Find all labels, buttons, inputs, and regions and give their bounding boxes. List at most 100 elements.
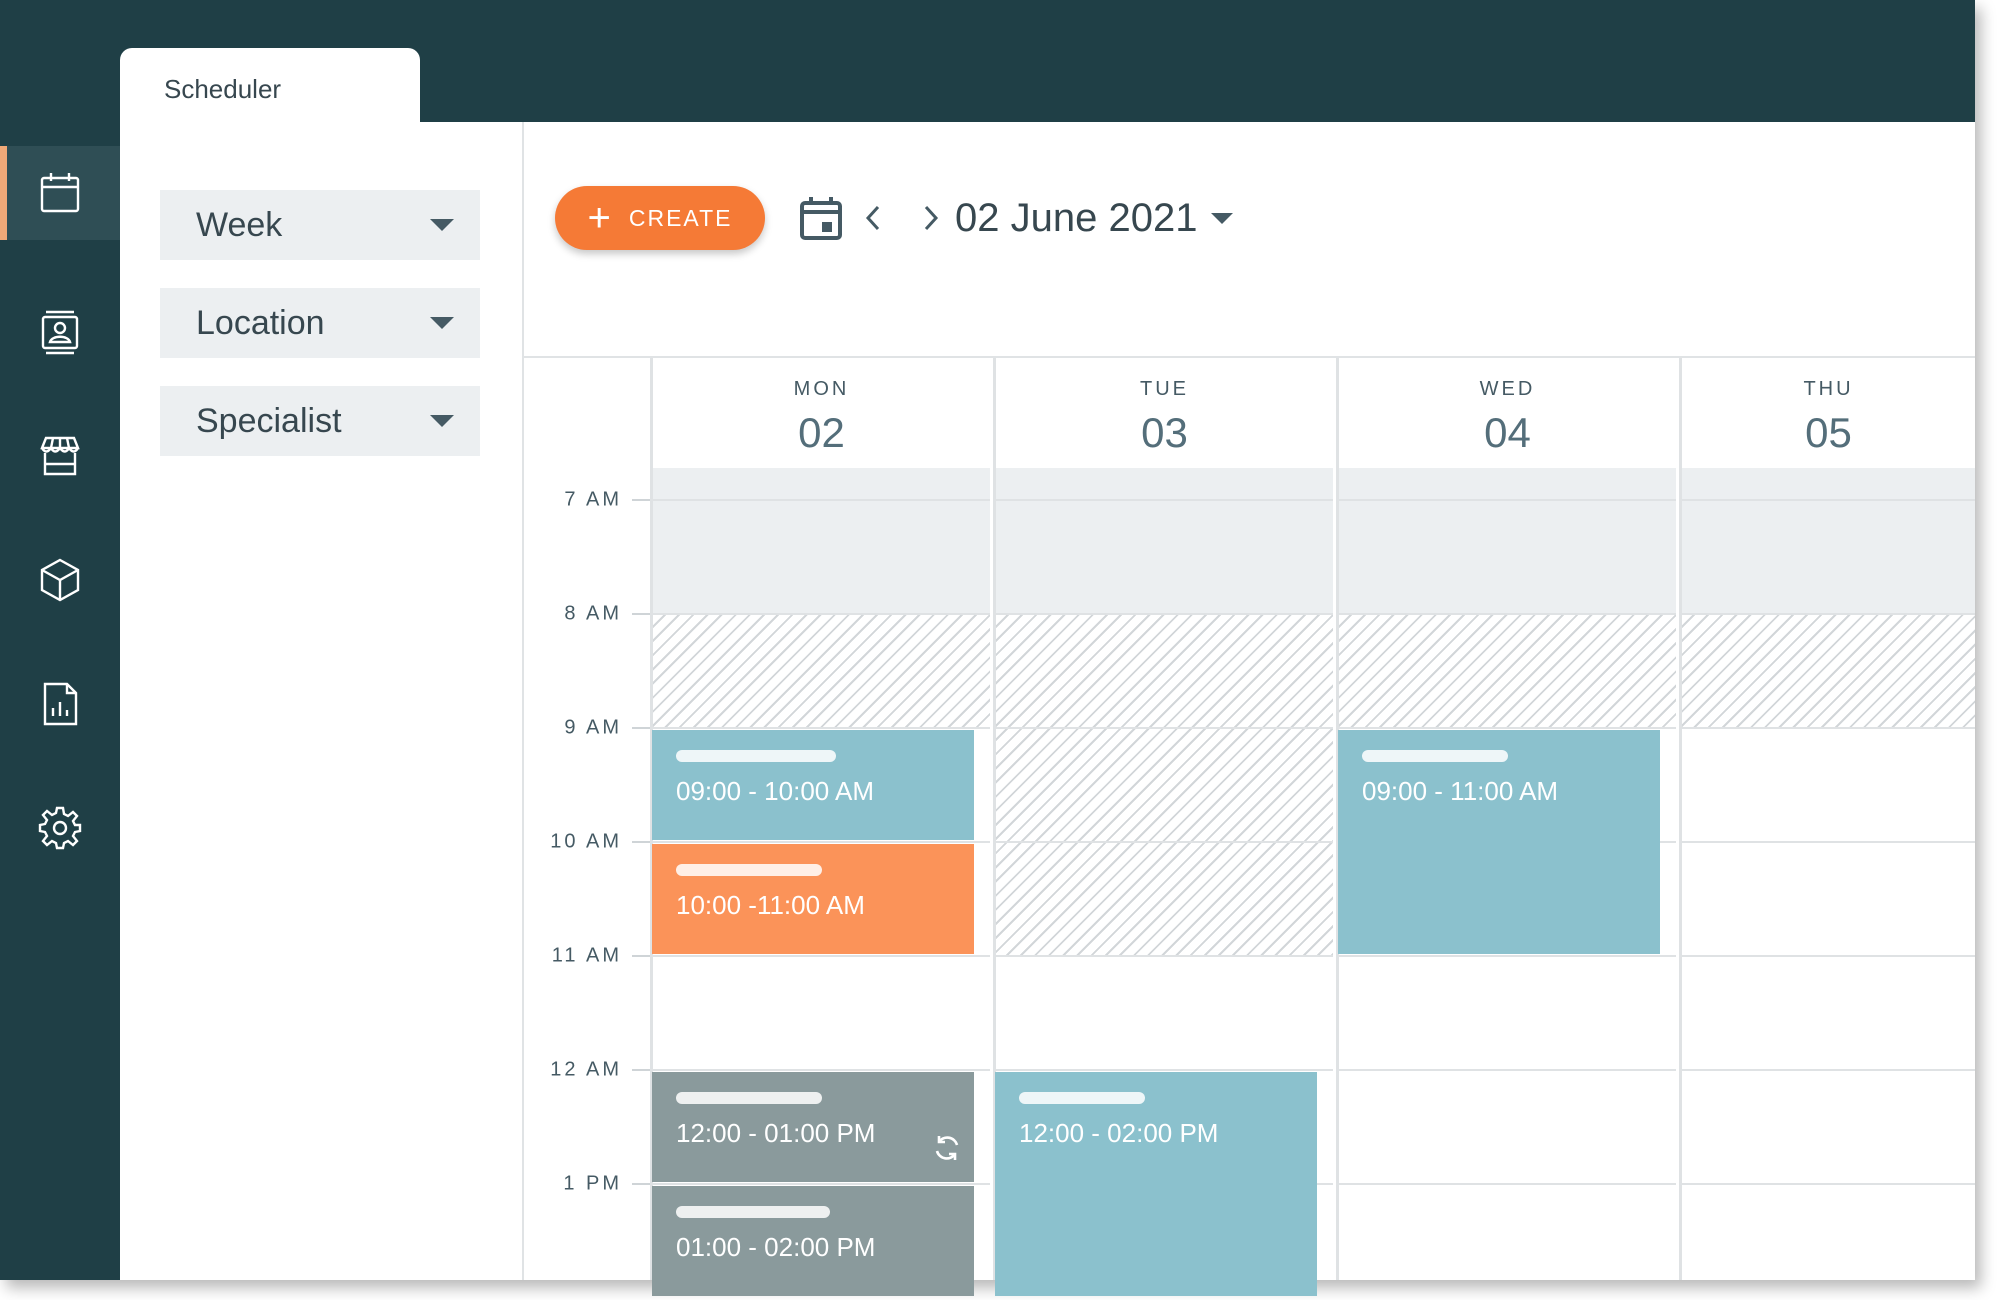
- hour-line: [1682, 613, 1975, 615]
- hour-line: [1682, 727, 1975, 729]
- hour-line: [653, 841, 990, 843]
- day-name: THU: [1803, 378, 1854, 400]
- hour-line: [1339, 499, 1676, 501]
- hour-line: [1339, 1069, 1676, 1071]
- event-time: 09:00 - 11:00 AM: [1362, 776, 1559, 806]
- hour-line: [1339, 613, 1676, 615]
- sidebar-item-settings[interactable]: [0, 766, 120, 890]
- blocked-time: [653, 614, 990, 728]
- hour-line: [1339, 955, 1676, 957]
- hour-tick: [632, 1069, 650, 1071]
- hour-line: [1682, 955, 1975, 957]
- day-column-mon[interactable]: MON 02 09:00 - 10:00 AM 10:00 -11:00 AM 12:0…: [650, 358, 990, 1296]
- event-card[interactable]: 12:00 - 01:00 PM: [652, 1072, 974, 1182]
- hour-line: [653, 499, 990, 501]
- day-body[interactable]: 12:00 - 02:00 PM: [995, 468, 1333, 1296]
- view-select[interactable]: Week: [160, 190, 480, 260]
- calendar-toolbar: + CREATE 02 June 2021: [555, 186, 1234, 250]
- location-select-value: Location: [196, 303, 325, 342]
- sidebar-item-products[interactable]: [0, 518, 120, 642]
- sidebar-item-reports[interactable]: [0, 642, 120, 766]
- hour-line: [653, 1069, 990, 1071]
- day-header[interactable]: THU 05: [1682, 358, 1975, 468]
- hour-line: [1339, 1183, 1676, 1185]
- event-card[interactable]: 01:00 - 02:00 PM: [652, 1186, 974, 1296]
- day-column-wed[interactable]: WED 04 09:00 - 11:00 AM: [1336, 358, 1676, 1280]
- previous-week-button[interactable]: [863, 203, 883, 233]
- current-date-label[interactable]: 02 June 2021: [955, 196, 1197, 241]
- day-body[interactable]: [1682, 468, 1975, 1280]
- hour-line: [996, 613, 1333, 615]
- event-card[interactable]: 10:00 -11:00 AM: [652, 844, 974, 954]
- day-column-thu[interactable]: THU 05: [1679, 358, 1975, 1280]
- hour-tick: [632, 841, 650, 843]
- event-title-placeholder: [1362, 750, 1508, 762]
- hour-line: [996, 841, 1333, 843]
- day-number: 05: [1805, 409, 1852, 456]
- day-column-tue[interactable]: TUE 03 12:00 - 02:00 PM: [993, 358, 1333, 1296]
- blocked-time: [996, 614, 1333, 956]
- day-name: WED: [1479, 378, 1536, 400]
- hour-line: [653, 1183, 990, 1185]
- day-header[interactable]: TUE 03: [996, 358, 1333, 468]
- chevron-down-icon: [430, 219, 454, 231]
- chevron-down-icon: [430, 317, 454, 329]
- day-body[interactable]: 09:00 - 11:00 AM: [1338, 468, 1676, 1280]
- event-time: 09:00 - 10:00 AM: [676, 776, 875, 806]
- day-number: 02: [798, 409, 845, 456]
- tab-label: Scheduler: [164, 74, 282, 104]
- date-picker-button[interactable]: [799, 195, 843, 241]
- location-select[interactable]: Location: [160, 288, 480, 358]
- sidebar-item-store[interactable]: [0, 394, 120, 518]
- chevron-down-icon[interactable]: [1211, 212, 1234, 224]
- calendar-today-icon: [800, 197, 842, 240]
- create-button-label: CREATE: [628, 204, 733, 231]
- hour-line: [996, 955, 1333, 957]
- main-panel: Week Location Specialist + CREATE 02 Jun…: [120, 122, 1975, 1296]
- event-card[interactable]: 12:00 - 02:00 PM: [995, 1072, 1317, 1296]
- hour-tick: [632, 613, 650, 615]
- event-card[interactable]: 09:00 - 11:00 AM: [1338, 730, 1660, 954]
- event-time: 12:00 - 01:00 PM: [676, 1118, 876, 1148]
- gear-icon: [38, 806, 82, 850]
- box-icon: [40, 558, 80, 602]
- event-title-placeholder: [676, 1206, 830, 1218]
- tab-scheduler[interactable]: Scheduler: [120, 48, 420, 124]
- sidebar-item-contacts[interactable]: [0, 270, 120, 394]
- report-icon: [43, 682, 78, 726]
- plus-icon: +: [587, 196, 613, 240]
- event-title-placeholder: [676, 750, 836, 762]
- day-number: 04: [1484, 409, 1531, 456]
- hour-tick: [632, 499, 650, 501]
- hour-line: [653, 727, 990, 729]
- hour-label: 8 AM: [564, 602, 622, 625]
- event-time: 12:00 - 02:00 PM: [1019, 1118, 1219, 1148]
- specialist-select-value: Specialist: [196, 401, 342, 440]
- create-button[interactable]: + CREATE: [555, 186, 765, 250]
- day-header[interactable]: WED 04: [1339, 358, 1676, 468]
- day-name: TUE: [1140, 378, 1189, 400]
- hour-line: [1682, 841, 1975, 843]
- hour-label: 10 AM: [550, 830, 622, 853]
- sidebar-item-scheduler[interactable]: [0, 146, 120, 240]
- hour-line: [653, 613, 990, 615]
- next-week-button[interactable]: [921, 203, 941, 233]
- day-body[interactable]: 09:00 - 10:00 AM 10:00 -11:00 AM 12:00 - 0…: [652, 468, 990, 1296]
- closed-time: [1682, 468, 1975, 614]
- hour-line: [1682, 1069, 1975, 1071]
- sidebar: [0, 146, 120, 890]
- hour-line: [653, 955, 990, 957]
- specialist-select[interactable]: Specialist: [160, 386, 480, 456]
- chevron-right-icon: [924, 205, 939, 231]
- recurring-icon: [930, 1131, 964, 1172]
- hour-tick: [632, 1183, 650, 1185]
- blocked-time: [1339, 614, 1676, 728]
- day-header[interactable]: MON 02: [653, 358, 990, 468]
- chevron-down-icon: [430, 415, 454, 427]
- hour-line: [1682, 499, 1975, 501]
- event-title-placeholder: [676, 1092, 822, 1104]
- hour-label: 11 AM: [551, 944, 622, 967]
- hour-tick: [632, 727, 650, 729]
- event-card[interactable]: 09:00 - 10:00 AM: [652, 730, 974, 840]
- closed-time: [653, 468, 990, 614]
